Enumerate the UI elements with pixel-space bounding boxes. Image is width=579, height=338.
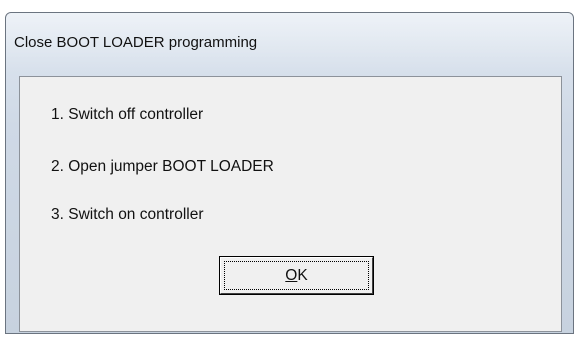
instruction-step-1: 1. Switch off controller (51, 106, 204, 123)
dialog-client-area: 1. Switch off controller 2. Open jumper … (19, 76, 562, 332)
ok-button-mnemonic: O (285, 266, 298, 284)
instruction-step-2: 2. Open jumper BOOT LOADER (51, 158, 274, 175)
instruction-step-3: 3. Switch on controller (51, 206, 204, 223)
dialog-title: Close BOOT LOADER programming (14, 34, 258, 51)
ok-button-focus-rect: OK (224, 261, 369, 290)
dialog-window: Close BOOT LOADER programming 1. Switch … (5, 12, 574, 334)
ok-button[interactable]: OK (220, 257, 373, 294)
ok-button-label-rest: K (297, 266, 308, 284)
